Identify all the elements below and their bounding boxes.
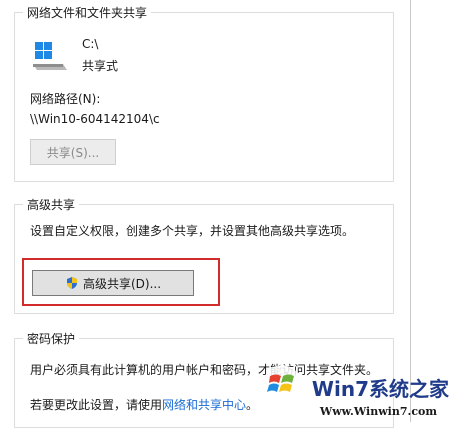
network-sharing-center-link[interactable]: 网络和共享中心 bbox=[162, 398, 246, 412]
windows-logo-icon bbox=[262, 364, 302, 404]
advanced-share-group-label: 高级共享 bbox=[23, 196, 80, 213]
change-setting-prefix: 若要更改此设置，请使用 bbox=[30, 398, 163, 412]
watermark-url: Www.Winwin7.com bbox=[319, 405, 437, 418]
password-protection-group-label: 密码保护 bbox=[23, 330, 80, 347]
advanced-share-button-label: 高级共享(D)... bbox=[82, 276, 162, 291]
advanced-share-button[interactable]: 高级共享(D)... bbox=[32, 270, 194, 296]
share-button[interactable]: 共享(S)... bbox=[30, 139, 116, 165]
change-setting-text: 若要更改此设置，请使用网络和共享中心。 bbox=[30, 396, 258, 413]
advanced-share-description: 设置自定义权限，创建多个共享，并设置其他高级共享选项。 bbox=[30, 224, 355, 238]
network-path-label: 网络路径(N): bbox=[30, 92, 101, 106]
network-share-group-label: 网络文件和文件夹共享 bbox=[23, 4, 152, 21]
uac-shield-icon bbox=[65, 276, 79, 290]
network-path-value: \\Win10-604142104\c bbox=[30, 112, 160, 126]
share-status: 共享式 bbox=[82, 59, 119, 73]
share-button-label: 共享(S)... bbox=[46, 145, 100, 160]
drive-path: C:\ bbox=[82, 37, 99, 51]
watermark-brand: Win7系统之家 bbox=[311, 377, 449, 401]
change-setting-suffix: 。 bbox=[246, 398, 259, 412]
window-edge bbox=[410, 0, 411, 422]
drive-icon bbox=[29, 34, 69, 74]
